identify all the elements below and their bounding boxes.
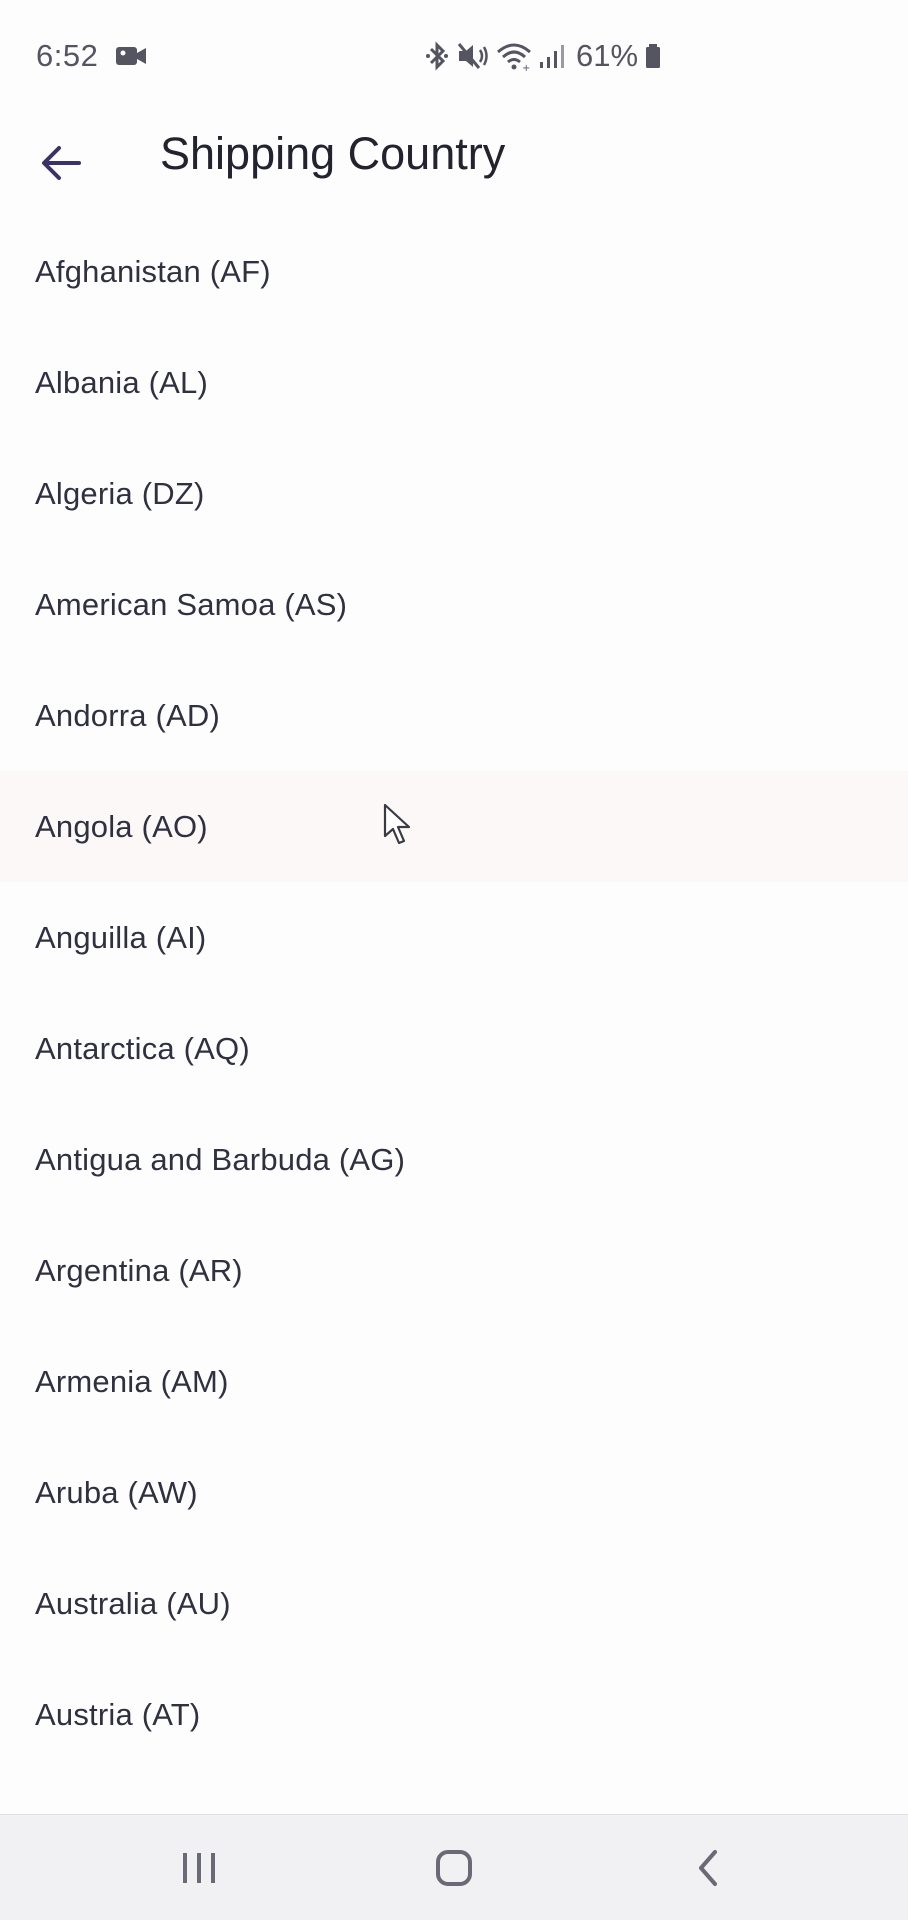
recent-apps-icon: [183, 1853, 215, 1883]
system-back-button[interactable]: [648, 1815, 768, 1920]
app-bar: Shipping Country: [0, 110, 908, 200]
country-item-andorra[interactable]: Andorra (AD): [0, 660, 908, 771]
battery-percentage: 61%: [576, 38, 639, 73]
status-bar: 6:52 + 61%: [0, 0, 908, 110]
home-button[interactable]: [394, 1815, 514, 1920]
country-item-albania[interactable]: Albania (AL): [0, 327, 908, 438]
status-icons: + 61%: [424, 38, 662, 74]
country-item-austria[interactable]: Austria (AT): [0, 1659, 908, 1770]
video-camera-icon: [116, 47, 146, 65]
signal-icon: [540, 45, 564, 68]
country-item-antigua-and-barbuda[interactable]: Antigua and Barbuda (AG): [0, 1104, 908, 1215]
battery-icon: [646, 44, 661, 68]
svg-text:+: +: [522, 63, 530, 72]
screen: 6:52 + 61% Shipping Country Afghanistan …: [0, 0, 908, 1920]
page-title: Shipping Country: [160, 128, 506, 179]
country-item-afghanistan[interactable]: Afghanistan (AF): [0, 216, 908, 327]
country-item-angola[interactable]: Angola (AO): [0, 771, 908, 882]
country-item-australia[interactable]: Australia (AU): [0, 1548, 908, 1659]
recent-apps-button[interactable]: [139, 1815, 259, 1920]
country-list: Afghanistan (AF) Albania (AL) Algeria (D…: [0, 216, 908, 1770]
wifi-icon: +: [497, 43, 531, 72]
country-item-anguilla[interactable]: Anguilla (AI): [0, 882, 908, 993]
country-item-american-samoa[interactable]: American Samoa (AS): [0, 549, 908, 660]
bluetooth-icon: [426, 41, 448, 71]
mute-icon: [457, 43, 488, 69]
navigation-bar: [0, 1814, 908, 1920]
arrow-left-icon: [42, 146, 81, 180]
country-item-algeria[interactable]: Algeria (DZ): [0, 438, 908, 549]
country-item-antarctica[interactable]: Antarctica (AQ): [0, 993, 908, 1104]
country-item-aruba[interactable]: Aruba (AW): [0, 1437, 908, 1548]
country-item-argentina[interactable]: Argentina (AR): [0, 1215, 908, 1326]
back-nav-icon: [699, 1850, 717, 1886]
status-time: 6:52: [36, 38, 99, 73]
back-button[interactable]: [28, 130, 94, 196]
country-item-armenia[interactable]: Armenia (AM): [0, 1326, 908, 1437]
home-icon: [436, 1850, 472, 1886]
